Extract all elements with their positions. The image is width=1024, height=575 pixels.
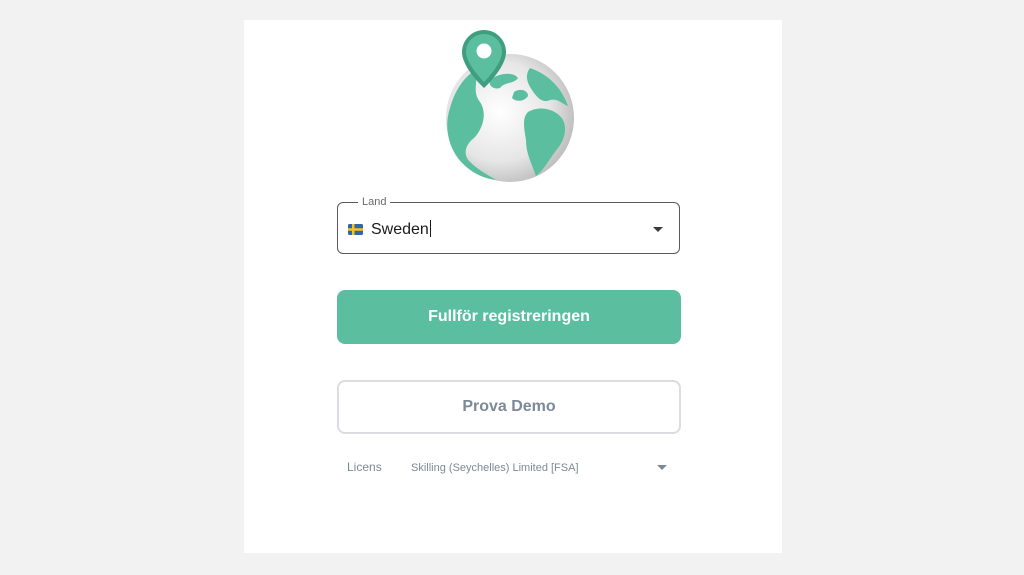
complete-registration-button[interactable]: Fullför registreringen — [337, 290, 681, 344]
country-select[interactable]: Land Sweden — [337, 195, 680, 254]
country-field-label: Land — [358, 195, 391, 209]
license-value: Skilling (Seychelles) Limited [FSA] — [411, 462, 579, 474]
sweden-flag-icon — [348, 224, 363, 235]
globe-with-location-pin-icon — [446, 30, 574, 182]
try-demo-button[interactable]: Prova Demo — [337, 380, 681, 434]
license-select[interactable]: Skilling (Seychelles) Limited [FSA] — [405, 456, 677, 478]
license-label: Licens — [347, 460, 382, 474]
text-cursor — [429, 220, 431, 237]
chevron-down-icon[interactable] — [657, 465, 667, 470]
dropdown-arrow-icon[interactable] — [653, 227, 663, 232]
country-value[interactable]: Sweden — [371, 220, 431, 240]
